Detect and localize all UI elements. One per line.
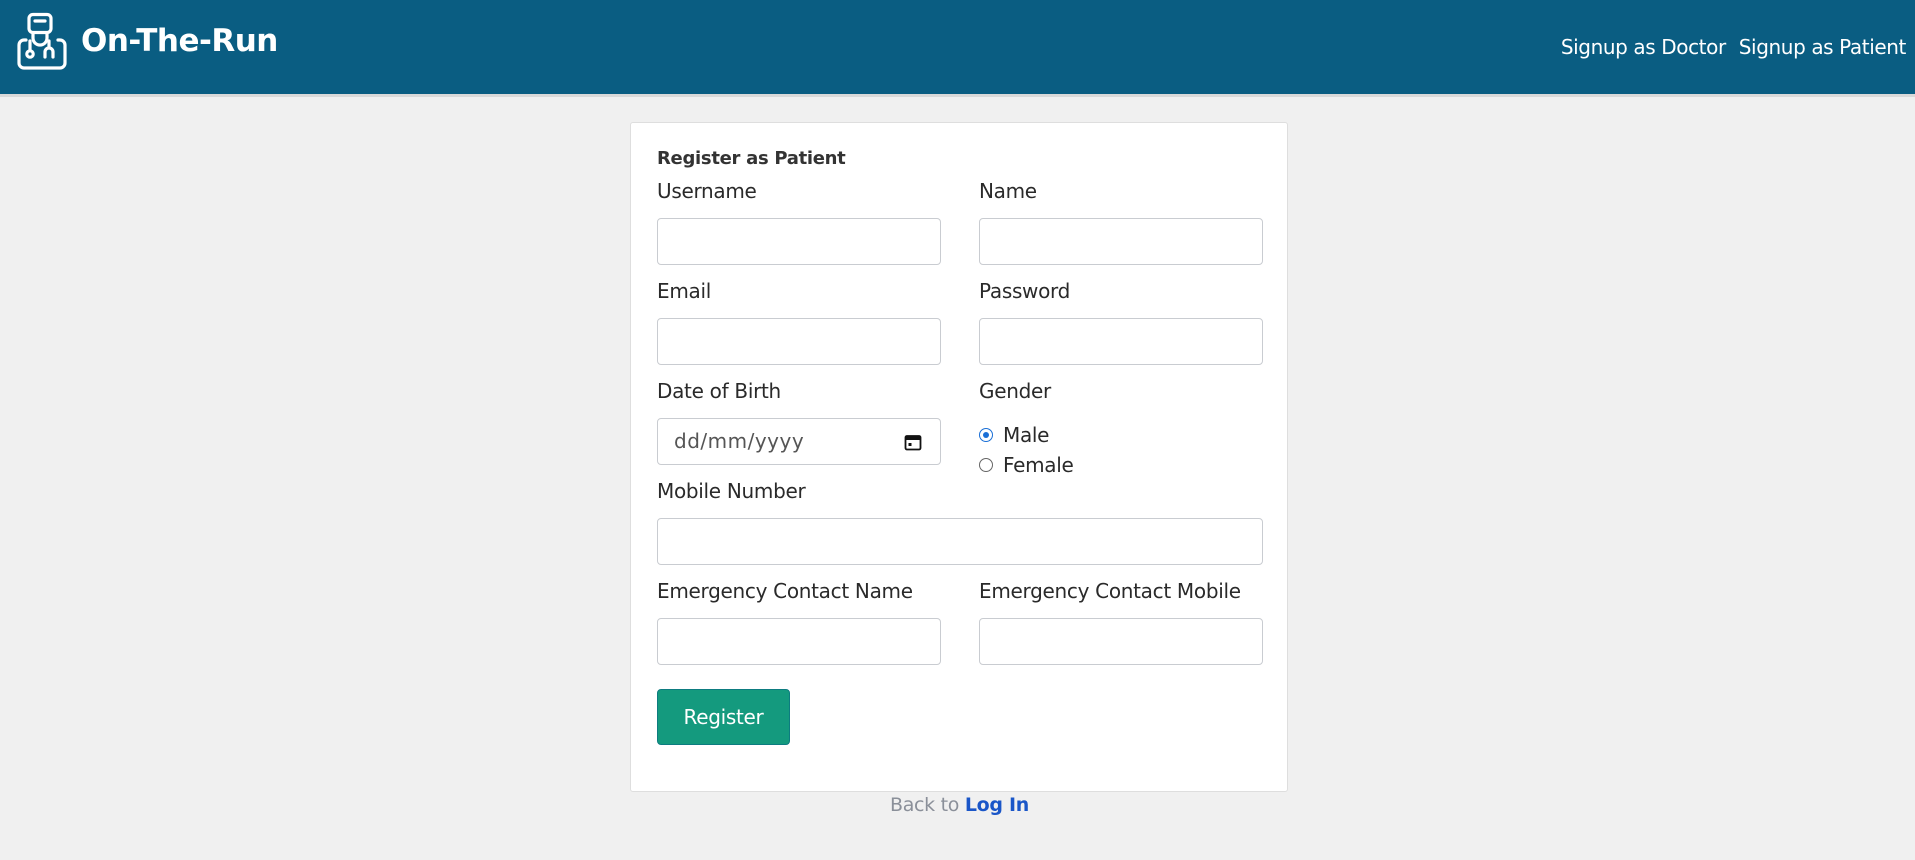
email-input[interactable] <box>657 318 941 365</box>
emergency-name-label: Emergency Contact Name <box>657 579 913 603</box>
register-card: Register as Patient Username Name Email … <box>630 122 1288 792</box>
dob-placeholder: dd/mm/yyyy <box>674 429 805 453</box>
mobile-input[interactable] <box>657 518 1263 565</box>
gender-male-option[interactable]: Male <box>979 423 1049 447</box>
emergency-mobile-input[interactable] <box>979 618 1263 665</box>
username-input[interactable] <box>657 218 941 265</box>
signup-doctor-link[interactable]: Signup as Doctor <box>1561 36 1726 58</box>
male-radio[interactable] <box>979 428 993 442</box>
register-button[interactable]: Register <box>657 689 790 745</box>
brand-logo-link[interactable]: On-The-Run <box>16 12 278 70</box>
dob-label: Date of Birth <box>657 379 781 403</box>
password-input[interactable] <box>979 318 1263 365</box>
emergency-name-input[interactable] <box>657 618 941 665</box>
calendar-icon[interactable] <box>904 433 922 451</box>
nav-links: Signup as Doctor Signup as Patient <box>1561 36 1907 58</box>
name-label: Name <box>979 179 1037 203</box>
gender-female-option[interactable]: Female <box>979 453 1074 477</box>
doctor-icon <box>16 12 70 70</box>
gender-label: Gender <box>979 379 1051 403</box>
name-input[interactable] <box>979 218 1263 265</box>
brand-name: On-The-Run <box>81 22 278 59</box>
form-title: Register as Patient <box>657 148 846 169</box>
mobile-label: Mobile Number <box>657 479 806 503</box>
username-label: Username <box>657 179 757 203</box>
male-label: Male <box>1003 423 1050 447</box>
dob-input[interactable]: dd/mm/yyyy <box>657 418 941 465</box>
top-navbar: On-The-Run Signup as Doctor Signup as Pa… <box>0 0 1915 97</box>
emergency-mobile-label: Emergency Contact Mobile <box>979 579 1241 603</box>
back-to-text: Back to <box>889 794 960 816</box>
password-label: Password <box>979 279 1071 303</box>
email-label: Email <box>657 279 711 303</box>
login-link[interactable]: Log In <box>965 794 1029 816</box>
back-to-login: Back to Log In <box>0 794 1915 816</box>
female-label: Female <box>1003 453 1074 477</box>
female-radio[interactable] <box>979 458 993 472</box>
signup-patient-link[interactable]: Signup as Patient <box>1739 36 1907 58</box>
